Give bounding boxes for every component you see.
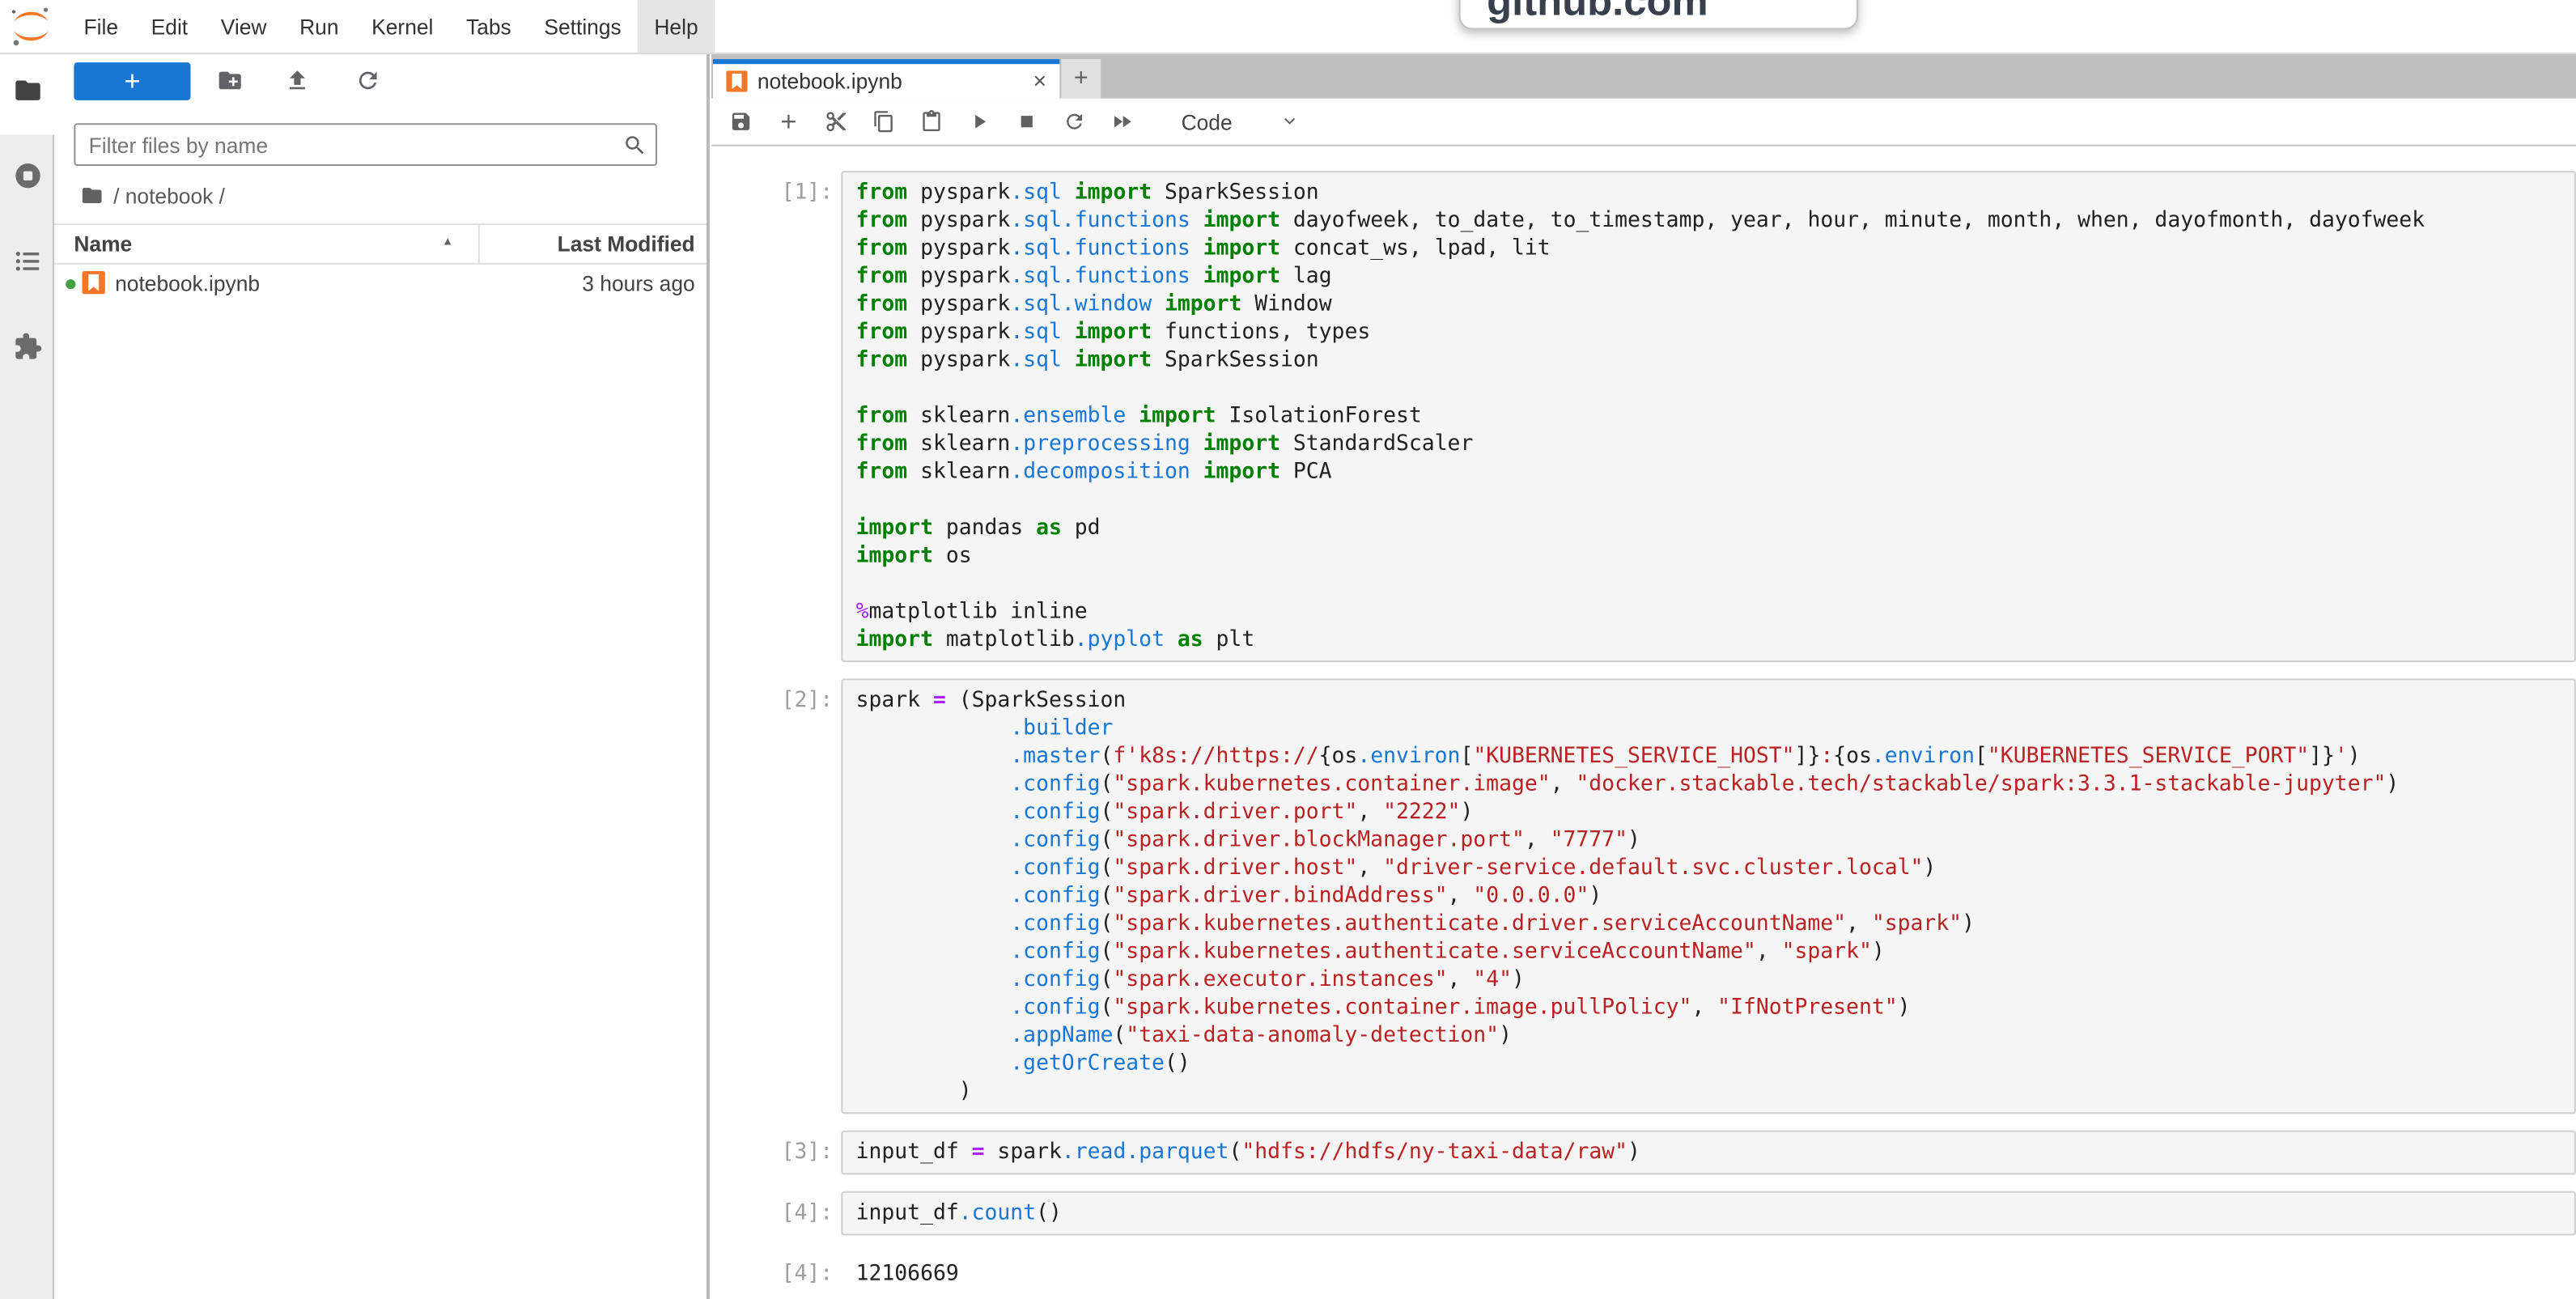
file-listing: notebook.ipynb 3 hours ago: [54, 265, 707, 303]
code-editor[interactable]: input_df = spark.read.parquet("hdfs://hd…: [841, 1131, 2576, 1175]
menu-item-tabs[interactable]: Tabs: [450, 0, 528, 53]
menu-item-settings[interactable]: Settings: [528, 0, 638, 53]
cut-cells-button[interactable]: [825, 110, 847, 133]
close-tab-icon[interactable]: ×: [1033, 67, 1046, 93]
cell-input-area: [2]:spark = (SparkSession .builder .mast…: [711, 678, 2576, 1114]
file-browser-panel: + / notebook / Name ▲ Last Modified not: [54, 53, 710, 1299]
input-prompt: [4]:: [711, 1191, 841, 1236]
interrupt-kernel-button[interactable]: [1016, 110, 1038, 133]
tab-notebook[interactable]: notebook.ipynb ×: [713, 59, 1059, 99]
menu-item-run[interactable]: Run: [283, 0, 355, 53]
dock-tab-bar: notebook.ipynb × +: [711, 53, 2576, 99]
restart-kernel-button[interactable]: [1063, 110, 1085, 133]
new-tab-button[interactable]: +: [1061, 59, 1101, 99]
cell-output-area: [4]:12106669: [711, 1252, 2576, 1288]
running-kernels-icon[interactable]: [12, 161, 42, 191]
file-last-modified: 3 hours ago: [582, 271, 694, 295]
table-of-contents-icon[interactable]: [12, 247, 42, 277]
activity-sidebar-background: [0, 134, 54, 1299]
code-editor[interactable]: input_df.count(): [841, 1191, 2576, 1236]
cell-input-area: [4]:input_df.count(): [711, 1191, 2576, 1236]
refresh-icon[interactable]: [354, 67, 380, 93]
tab-label: notebook.ipynb: [758, 69, 902, 93]
cell-input-area: [1]:from pyspark.sql import SparkSession…: [711, 171, 2576, 662]
file-browser-icon[interactable]: [12, 75, 42, 105]
menu-bar: FileEditViewRunKernelTabsSettingsHelp: [0, 0, 2576, 54]
breadcrumb-path: / notebook /: [113, 183, 225, 207]
jupyterlab-app: FileEditViewRunKernelTabsSettingsHelp gi…: [0, 0, 2576, 1299]
home-folder-icon[interactable]: [80, 184, 103, 206]
screenshot-stage: FileEditViewRunKernelTabsSettingsHelp gi…: [0, 0, 2576, 1299]
column-header-last-modified[interactable]: Last Modified: [558, 231, 695, 256]
filter-files-input[interactable]: [74, 123, 657, 166]
notebook-cells: [1]:from pyspark.sql import SparkSession…: [711, 146, 2576, 1299]
notebook-file-icon: [83, 271, 105, 294]
input-prompt: [2]:: [711, 678, 841, 1114]
menu-bar-items: FileEditViewRunKernelTabsSettingsHelp: [67, 0, 715, 53]
new-launcher-button[interactable]: +: [74, 62, 190, 100]
restart-run-all-button[interactable]: [1110, 110, 1133, 133]
menu-item-file[interactable]: File: [67, 0, 134, 53]
cell-type-selector[interactable]: Code: [1182, 109, 1233, 134]
jupyter-logo-icon: [10, 5, 53, 48]
new-folder-icon[interactable]: [217, 67, 243, 93]
search-icon: [622, 133, 647, 157]
browser-popup-text: github.com: [1461, 0, 1857, 26]
upload-icon[interactable]: [284, 67, 310, 93]
file-name: notebook.ipynb: [115, 271, 260, 295]
column-header-name[interactable]: Name: [74, 231, 132, 256]
sort-ascending-icon[interactable]: ▲: [442, 236, 453, 248]
save-button[interactable]: [729, 110, 752, 133]
file-list-header: Name ▲ Last Modified: [54, 225, 707, 263]
breadcrumb[interactable]: / notebook /: [80, 180, 225, 210]
extension-manager-icon[interactable]: [12, 332, 42, 362]
output-text: 12106669: [841, 1252, 2576, 1288]
menu-item-view[interactable]: View: [204, 0, 282, 53]
menu-item-edit[interactable]: Edit: [134, 0, 204, 53]
insert-cell-button[interactable]: [777, 110, 800, 133]
cell-input-area: [3]:input_df = spark.read.parquet("hdfs:…: [711, 1131, 2576, 1175]
code-editor[interactable]: from pyspark.sql import SparkSessionfrom…: [841, 171, 2576, 662]
file-row[interactable]: notebook.ipynb 3 hours ago: [54, 265, 707, 303]
browser-popup: github.com: [1459, 0, 1858, 30]
run-cell-button[interactable]: [968, 110, 991, 133]
input-prompt: [1]:: [711, 171, 841, 662]
menu-item-kernel[interactable]: Kernel: [355, 0, 450, 53]
notebook-file-icon: [726, 70, 747, 91]
kernel-running-dot: [66, 279, 75, 289]
column-divider: [478, 225, 480, 263]
activity-sidebar: [0, 53, 54, 1299]
copy-cells-button[interactable]: [872, 110, 895, 133]
input-prompt: [3]:: [711, 1131, 841, 1175]
output-prompt: [4]:: [711, 1252, 841, 1288]
notebook-toolbar: Code: [711, 99, 2576, 146]
notebook-panel: notebook.ipynb × + Code [1]:from pyspark…: [711, 53, 2576, 1299]
paste-cells-button[interactable]: [920, 110, 943, 133]
chevron-down-icon[interactable]: [1278, 110, 1301, 133]
code-editor[interactable]: spark = (SparkSession .builder .master(f…: [841, 678, 2576, 1114]
menu-item-help[interactable]: Help: [638, 0, 715, 53]
